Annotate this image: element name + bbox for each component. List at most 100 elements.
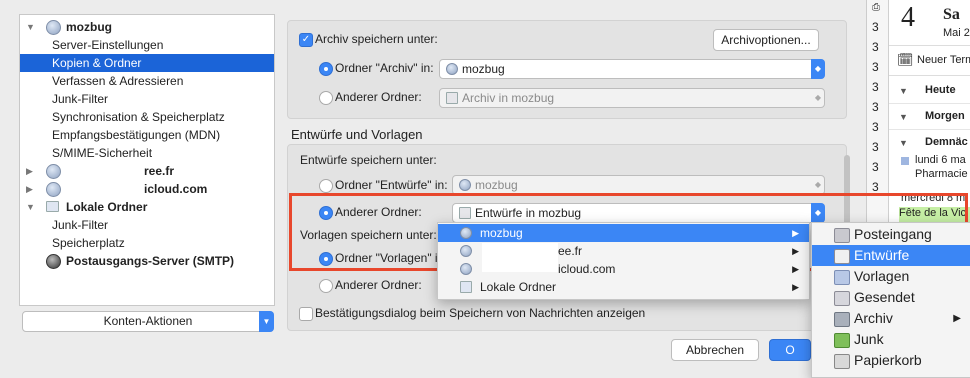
account-globe-icon [460,227,472,239]
account-mozbug[interactable]: ▼ mozbug [20,18,274,36]
calendar-color-swatch [901,157,909,165]
sidebar-item-junk-filter[interactable]: Junk-Filter [20,90,274,108]
chevron-updown-icon: ◆ [811,59,825,79]
submenu-arrow-icon: ▶ [792,228,799,238]
row-marker: 3 [872,120,879,134]
disclosure-open-icon[interactable]: ▼ [26,18,36,36]
disclosure-open-icon[interactable]: ▼ [26,198,36,216]
account-local-folders[interactable]: ▼ Lokale Ordner [20,198,274,216]
submenu-item-archive[interactable]: Archiv ▶ [812,308,970,329]
submenu-arrow-icon: ▶ [953,313,961,324]
account-free-fr[interactable]: ▶ ree.fr [20,162,274,180]
sidebar-item-local-storage[interactable]: Speicherplatz [20,234,274,252]
submenu-arrow-icon: ▶ [792,246,799,256]
folder-dropdown-menu[interactable]: mozbug ▶ ee.fr ▶ icloud.com ▶ Lokale Ord… [437,222,810,300]
chevron-updown-icon: ◆ [814,180,822,189]
templates-radio-default[interactable] [319,252,333,266]
sidebar-item-copies-folders[interactable]: Kopien & Ordner [20,54,274,72]
account-globe-icon [46,182,61,197]
archive-account-popup[interactable]: mozbug ◆ [439,59,825,79]
event-title[interactable]: Pharmacie [915,168,968,180]
sidebar-item-server-settings[interactable]: Server-Einstellungen [20,36,274,54]
inbox-icon [834,228,850,243]
smtp-icon [46,254,61,269]
account-globe-icon [459,179,471,191]
tomorrow-header[interactable]: Morgen [925,110,965,122]
account-globe-icon [46,164,61,179]
submenu-item-drafts[interactable]: Entwürfe [812,245,970,266]
disclosure-open-icon[interactable]: ▼ [899,86,908,96]
confirm-dialog-checkbox[interactable] [299,307,313,321]
disclosure-closed-icon[interactable]: ▶ [26,180,36,198]
row-marker: 3 [872,40,879,54]
sidebar-item-local-junk[interactable]: Junk-Filter [20,216,274,234]
month-label: Mai 2 [943,27,970,39]
sidebar-item-smtp[interactable]: Postausgangs-Server (SMTP) [20,252,274,270]
computer-icon [460,281,472,293]
print-icon[interactable]: ⎙ [872,2,880,13]
event-date: lundi 6 ma [915,154,966,166]
archive-folder-popup[interactable]: Archiv in mozbug ◆ [439,88,825,108]
cancel-button[interactable]: Abbrechen [671,339,759,361]
archive-options-button[interactable]: Archivoptionen... [713,29,819,51]
account-globe-icon [460,245,472,257]
drafts-account-popup[interactable]: mozbug ◆ [452,175,825,195]
redacted-block [64,180,144,198]
accounts-action-popup[interactable]: Konten-Aktionen ▼ [22,311,274,332]
sidebar-item-sync-storage[interactable]: Synchronisation & Speicherplatz [20,108,274,126]
folder-submenu[interactable]: Posteingang Entwürfe Vorlagen Gesendet A… [811,222,970,378]
chevron-updown-icon: ◆ [811,203,825,223]
drafts-radio-other[interactable] [319,206,333,220]
archive-group: ✓ Archiv speichern unter: Archivoptionen… [287,20,847,119]
account-globe-icon [46,20,61,35]
event-date: mercredi 8 m [901,192,966,204]
sent-icon [834,291,850,306]
submenu-item-trash[interactable]: Papierkorb [812,350,970,371]
chevron-down-icon: ▼ [259,311,274,332]
day-name: Sa [943,6,960,23]
folder-icon [446,92,458,104]
templates-radio-other[interactable] [319,279,333,293]
menu-item-mozbug[interactable]: mozbug ▶ [438,224,809,242]
menu-item-local-folders[interactable]: Lokale Ordner ▶ [438,278,809,296]
folder-icon [459,207,471,219]
ok-button[interactable]: O [769,339,811,361]
soon-header[interactable]: Demnäc [925,136,968,148]
section-title: Entwürfe und Vorlagen [291,127,423,142]
disclosure-open-icon[interactable]: ▼ [899,138,908,148]
new-event-icon[interactable]: 🗓 [897,52,914,68]
account-icloud[interactable]: ▶ icloud.com [20,180,274,198]
new-event-button[interactable]: Neuer Term [917,54,970,66]
disclosure-open-icon[interactable]: ▼ [899,112,908,122]
sidebar-item-smime[interactable]: S/MIME-Sicherheit [20,144,274,162]
row-marker: 3 [872,180,879,194]
junk-icon [834,333,850,348]
submenu-item-inbox[interactable]: Posteingang [812,224,970,245]
row-marker: 3 [872,100,879,114]
row-marker: 3 [872,80,879,94]
event-title[interactable]: Fête de la Vic [899,207,970,222]
sidebar-item-receipts[interactable]: Empfangsbestätigungen (MDN) [20,126,274,144]
chevron-updown-icon: ◆ [814,93,822,102]
templates-icon [834,270,850,285]
drafts-radio-default[interactable] [319,179,333,193]
row-marker: 3 [872,20,879,34]
submenu-item-junk[interactable]: Junk [812,329,970,350]
menu-item-icloud[interactable]: icloud.com ▶ [438,256,809,278]
archive-radio-default[interactable] [319,62,333,76]
account-globe-icon [446,63,458,75]
trash-icon [834,354,850,369]
archive-checkbox[interactable]: ✓ [299,33,313,47]
account-tree[interactable]: ▼ mozbug Server-Einstellungen Kopien & O… [19,14,275,306]
today-header[interactable]: Heute [925,84,956,96]
archive-radio-other[interactable] [319,91,333,105]
submenu-item-sent[interactable]: Gesendet [812,287,970,308]
submenu-item-templates[interactable]: Vorlagen [812,266,970,287]
sidebar-item-composition[interactable]: Verfassen & Adressieren [20,72,274,90]
submenu-arrow-icon: ▶ [792,264,799,274]
disclosure-closed-icon[interactable]: ▶ [26,162,36,180]
drafts-folder-popup[interactable]: Entwürfe in mozbug ◆ [452,203,825,223]
account-globe-icon [460,263,472,275]
day-number: 4 [901,2,915,33]
row-marker: 3 [872,160,879,174]
